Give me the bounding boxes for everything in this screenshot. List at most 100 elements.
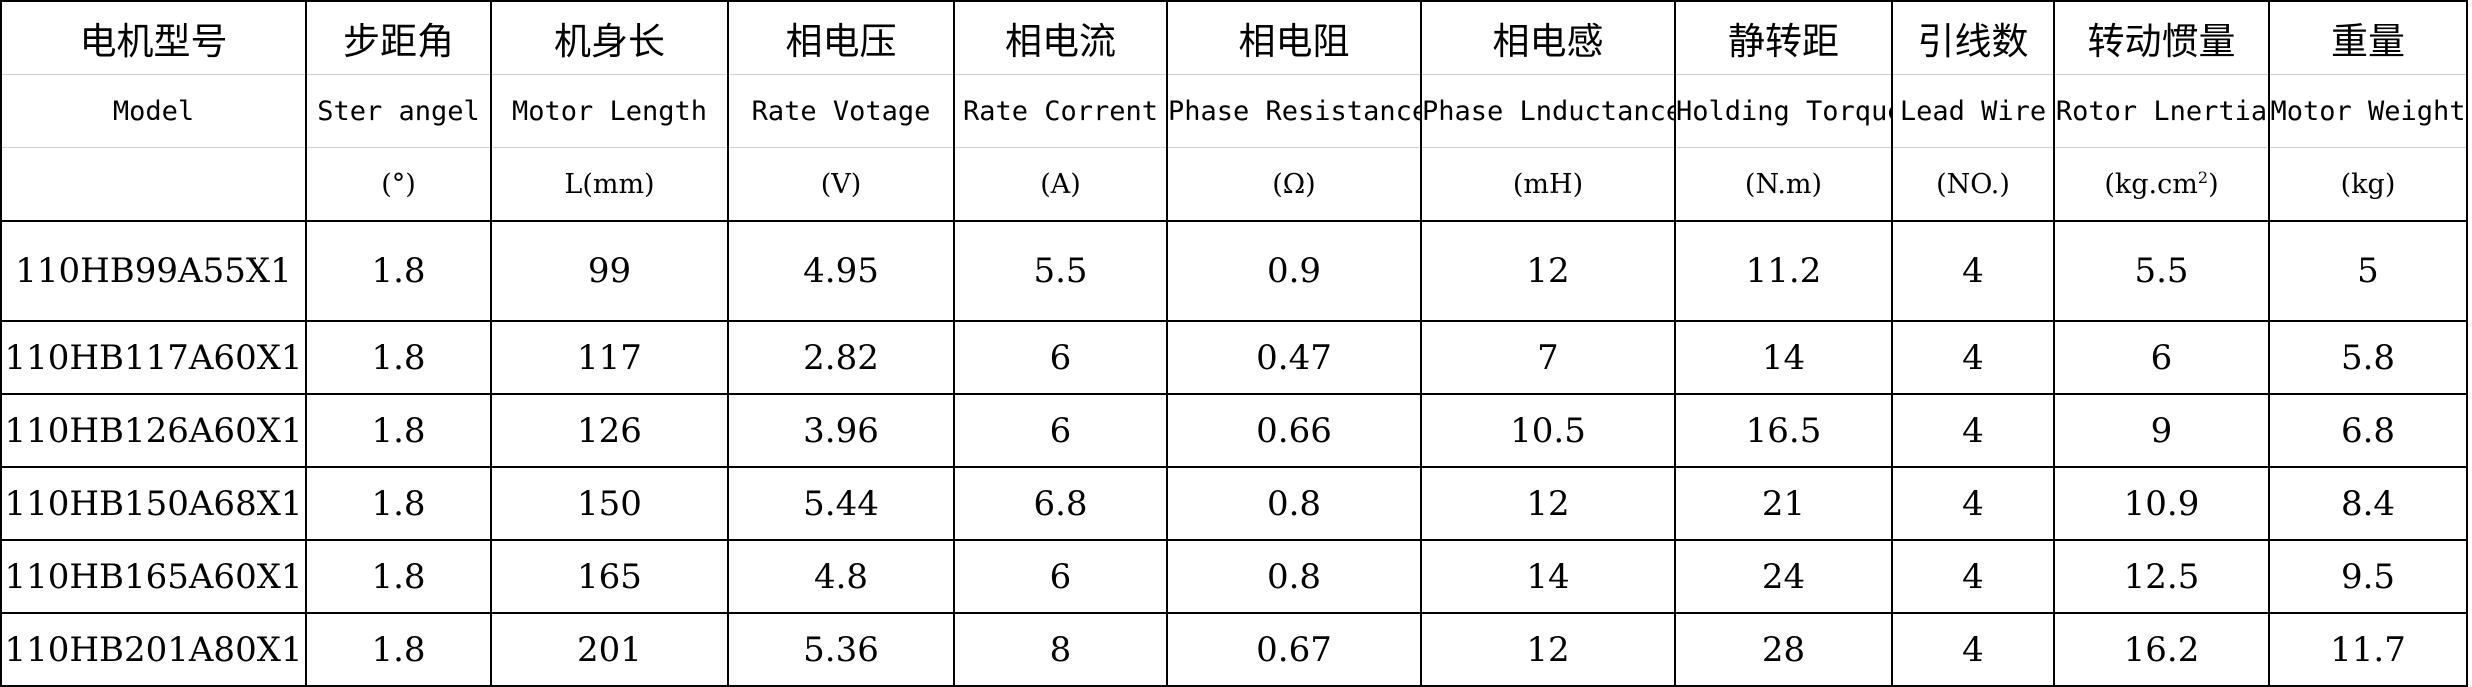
cell-holding-torque: 24 xyxy=(1674,540,1893,614)
header-unit-lead-wire: (NO.) xyxy=(1891,147,2055,222)
cell-motor-length: 201 xyxy=(490,613,729,687)
motor-spec-table: 电机型号 步距角 机身长 相电压 相电流 相电阻 相电感 静转距 引线数 转动惯… xyxy=(0,0,2468,687)
cell-step-angle: 1.8 xyxy=(305,394,492,468)
cell-phase-resistance: 0.66 xyxy=(1166,394,1422,468)
header-unit-step-angle: (°) xyxy=(305,147,492,222)
header-row-chinese: 电机型号 步距角 机身长 相电压 相电流 相电阻 相电感 静转距 引线数 转动惯… xyxy=(0,0,2468,75)
cell-lead-wire: 4 xyxy=(1891,321,2055,395)
cell-model: 110HB126A60X1 xyxy=(0,394,307,468)
cell-motor-length: 117 xyxy=(490,321,729,395)
cell-phase-inductance: 12 xyxy=(1420,221,1676,322)
cell-holding-torque: 16.5 xyxy=(1674,394,1893,468)
cell-lead-wire: 4 xyxy=(1891,540,2055,614)
cell-motor-length: 165 xyxy=(490,540,729,614)
header-en-phase-resistance: Phase Resistance xyxy=(1166,74,1422,148)
cell-holding-torque: 21 xyxy=(1674,467,1893,541)
header-en-rotor-inertia: Rotor Lnertia xyxy=(2053,74,2270,148)
header-unit-holding-torque: (N.m) xyxy=(1674,147,1893,222)
cell-step-angle: 1.8 xyxy=(305,321,492,395)
cell-phase-inductance: 7 xyxy=(1420,321,1676,395)
header-unit-rate-voltage: (V) xyxy=(727,147,955,222)
cell-model: 110HB150A68X1 xyxy=(0,467,307,541)
unit-rotor-inertia-tail: ) xyxy=(2208,169,2219,200)
cell-rate-voltage: 2.82 xyxy=(727,321,955,395)
header-en-holding-torque: Holding Torque xyxy=(1674,74,1893,148)
cell-rate-voltage: 3.96 xyxy=(727,394,955,468)
cell-holding-torque: 28 xyxy=(1674,613,1893,687)
cell-rotor-inertia: 12.5 xyxy=(2053,540,2270,614)
cell-motor-length: 126 xyxy=(490,394,729,468)
header-cn-rate-voltage: 相电压 xyxy=(727,0,955,75)
cell-motor-weight: 8.4 xyxy=(2268,467,2468,541)
cell-motor-weight: 5 xyxy=(2268,221,2468,322)
header-cn-holding-torque: 静转距 xyxy=(1674,0,1893,75)
cell-motor-weight: 5.8 xyxy=(2268,321,2468,395)
header-cn-rate-current: 相电流 xyxy=(953,0,1168,75)
cell-phase-inductance: 12 xyxy=(1420,467,1676,541)
cell-motor-weight: 9.5 xyxy=(2268,540,2468,614)
table-row: 110HB165A60X1 1.8 165 4.8 6 0.8 14 24 4 12.5 9.5 xyxy=(0,540,2468,614)
cell-motor-weight: 11.7 xyxy=(2268,613,2468,687)
header-en-lead-wire: Lead Wire xyxy=(1891,74,2055,148)
cell-step-angle: 1.8 xyxy=(305,540,492,614)
cell-rate-current: 6 xyxy=(953,540,1168,614)
cell-motor-length: 150 xyxy=(490,467,729,541)
table-row: 110HB150A68X1 1.8 150 5.44 6.8 0.8 12 21 4 10.9 8.… xyxy=(0,467,2468,541)
cell-phase-resistance: 0.67 xyxy=(1166,613,1422,687)
unit-rotor-inertia-base: (kg.cm xyxy=(2104,169,2198,200)
cell-rotor-inertia: 10.9 xyxy=(2053,467,2270,541)
cell-step-angle: 1.8 xyxy=(305,613,492,687)
header-en-model: Model xyxy=(0,74,307,148)
cell-motor-length: 99 xyxy=(490,221,729,322)
header-unit-motor-weight: (kg) xyxy=(2268,147,2468,222)
cell-rotor-inertia: 16.2 xyxy=(2053,613,2270,687)
cell-step-angle: 1.8 xyxy=(305,467,492,541)
cell-rotor-inertia: 5.5 xyxy=(2053,221,2270,322)
header-en-phase-inductance: Phase Lnductance xyxy=(1420,74,1676,148)
cell-model: 110HB201A80X1 xyxy=(0,613,307,687)
cell-model: 110HB165A60X1 xyxy=(0,540,307,614)
cell-rate-current: 6.8 xyxy=(953,467,1168,541)
cell-phase-resistance: 0.8 xyxy=(1166,467,1422,541)
cell-phase-inductance: 12 xyxy=(1420,613,1676,687)
header-en-rate-voltage: Rate Votage xyxy=(727,74,955,148)
cell-rotor-inertia: 9 xyxy=(2053,394,2270,468)
header-unit-phase-inductance: (mH) xyxy=(1420,147,1676,222)
cell-phase-inductance: 10.5 xyxy=(1420,394,1676,468)
header-en-motor-weight: Motor Weight xyxy=(2268,74,2468,148)
cell-phase-resistance: 0.47 xyxy=(1166,321,1422,395)
table-row: 110HB126A60X1 1.8 126 3.96 6 0.66 10.5 16.5 4 9 6.… xyxy=(0,394,2468,468)
header-cn-phase-resistance: 相电阻 xyxy=(1166,0,1422,75)
header-en-rate-current: Rate Corrent xyxy=(953,74,1168,148)
cell-rotor-inertia: 6 xyxy=(2053,321,2270,395)
header-cn-motor-weight: 重量 xyxy=(2268,0,2468,75)
header-row-english: Model Ster angel Motor Length Rate Votag… xyxy=(0,74,2468,148)
unit-rotor-inertia-superscript: 2 xyxy=(2197,168,2209,187)
cell-lead-wire: 4 xyxy=(1891,221,2055,322)
cell-model: 110HB117A60X1 xyxy=(0,321,307,395)
header-cn-model: 电机型号 xyxy=(0,0,307,75)
header-cn-lead-wire: 引线数 xyxy=(1891,0,2055,75)
cell-rate-voltage: 4.95 xyxy=(727,221,955,322)
cell-model: 110HB99A55X1 xyxy=(0,221,307,322)
cell-holding-torque: 11.2 xyxy=(1674,221,1893,322)
cell-rate-voltage: 5.36 xyxy=(727,613,955,687)
cell-rate-voltage: 4.8 xyxy=(727,540,955,614)
cell-motor-weight: 6.8 xyxy=(2268,394,2468,468)
header-cn-rotor-inertia: 转动惯量 xyxy=(2053,0,2270,75)
header-unit-phase-resistance: (Ω) xyxy=(1166,147,1422,222)
cell-rate-voltage: 5.44 xyxy=(727,467,955,541)
header-unit-motor-length: L(mm) xyxy=(490,147,729,222)
cell-rate-current: 8 xyxy=(953,613,1168,687)
cell-rate-current: 6 xyxy=(953,394,1168,468)
cell-rate-current: 5.5 xyxy=(953,221,1168,322)
cell-step-angle: 1.8 xyxy=(305,221,492,322)
header-unit-model xyxy=(0,147,307,222)
cell-phase-inductance: 14 xyxy=(1420,540,1676,614)
header-cn-step-angle: 步距角 xyxy=(305,0,492,75)
cell-lead-wire: 4 xyxy=(1891,394,2055,468)
header-row-units: (°) L(mm) (V) (A) (Ω) (mH) (N.m) (NO.) (… xyxy=(0,147,2468,222)
cell-lead-wire: 4 xyxy=(1891,467,2055,541)
table-row: 110HB99A55X1 1.8 99 4.95 5.5 0.9 12 11.2 4 5.5 5 xyxy=(0,221,2468,322)
cell-lead-wire: 4 xyxy=(1891,613,2055,687)
